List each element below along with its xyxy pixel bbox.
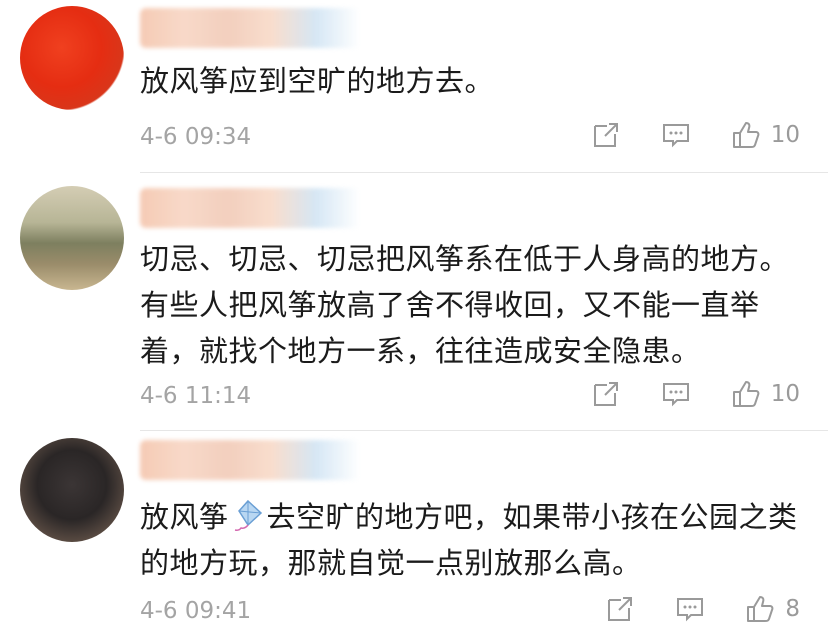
comment-icon bbox=[677, 598, 704, 622]
comment-icon bbox=[662, 383, 689, 407]
divider bbox=[140, 430, 828, 431]
share-icon bbox=[608, 597, 633, 621]
share-icon bbox=[593, 123, 618, 147]
kite-emoji bbox=[234, 499, 262, 531]
thumbs-up-icon bbox=[732, 381, 760, 407]
reply-button[interactable] bbox=[675, 594, 705, 624]
like-button[interactable]: 8 bbox=[745, 594, 800, 624]
share-icon bbox=[593, 382, 618, 406]
comment-actions: 10 bbox=[591, 379, 800, 409]
like-button[interactable]: 10 bbox=[731, 379, 800, 409]
blurred-username[interactable] bbox=[140, 8, 360, 48]
share-button[interactable] bbox=[591, 120, 621, 150]
thumbs-up-icon bbox=[747, 596, 774, 622]
comment-timestamp: 4-6 11:14 bbox=[140, 383, 252, 409]
share-button[interactable] bbox=[591, 379, 621, 409]
like-count: 10 bbox=[770, 381, 800, 407]
comment-actions: 8 bbox=[605, 594, 800, 624]
avatar[interactable] bbox=[20, 6, 124, 110]
reply-button[interactable] bbox=[661, 120, 691, 150]
comment-text: 切忌、切忌、切忌把风筝系在低于人身高的地方。有些人把风筝放高了舍不得收回，又不能… bbox=[140, 242, 790, 368]
comment-timestamp: 4-6 09:34 bbox=[140, 124, 252, 150]
divider bbox=[140, 172, 828, 173]
avatar[interactable] bbox=[20, 186, 124, 290]
like-count: 8 bbox=[785, 596, 800, 622]
avatar[interactable] bbox=[20, 438, 124, 542]
share-button[interactable] bbox=[605, 594, 635, 624]
reply-button[interactable] bbox=[661, 379, 691, 409]
comment-timestamp: 4-6 09:41 bbox=[140, 598, 252, 624]
comment-text: 放风筝 去空旷的地方吧，如果带小孩在公园之类的地方玩，那就自觉一点别放那么高。 bbox=[140, 494, 800, 586]
like-button[interactable]: 10 bbox=[731, 120, 800, 150]
comment-icon bbox=[662, 124, 689, 148]
blurred-username[interactable] bbox=[140, 188, 360, 228]
blurred-username[interactable] bbox=[140, 440, 360, 480]
comment-text-before: 放风筝 bbox=[140, 500, 229, 534]
like-count: 10 bbox=[770, 122, 800, 148]
comment-text: 放风筝应到空旷的地方去。 bbox=[140, 64, 495, 98]
comment-actions: 10 bbox=[591, 120, 800, 150]
thumbs-up-icon bbox=[732, 122, 760, 148]
